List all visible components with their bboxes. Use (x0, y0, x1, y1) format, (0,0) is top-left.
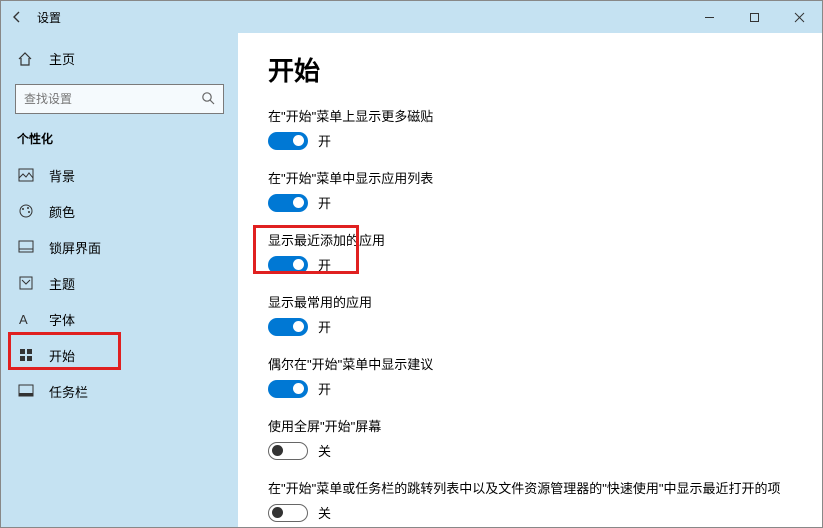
svg-text:A: A (19, 312, 28, 327)
start-icon (17, 347, 35, 363)
sidebar-item-label: 任务栏 (49, 382, 88, 401)
toggle-state: 关 (318, 503, 331, 522)
toggle-state: 开 (318, 255, 331, 274)
font-icon: A (17, 311, 35, 327)
sidebar-item-taskbar[interactable]: 任务栏 (1, 373, 238, 409)
sidebar-item-themes[interactable]: 主题 (1, 265, 238, 301)
toggle-state: 开 (318, 131, 331, 150)
toggle-5[interactable] (268, 442, 308, 460)
search-icon (201, 91, 216, 111)
setting-label: 在"开始"菜单中显示应用列表 (268, 168, 792, 187)
setting-label: 显示最近添加的应用 (268, 230, 792, 249)
maximize-button[interactable] (732, 1, 777, 33)
group-label: 个性化 (1, 128, 238, 157)
sidebar-item-label: 主题 (49, 274, 75, 293)
toggle-6[interactable] (268, 504, 308, 522)
back-button[interactable] (1, 10, 33, 24)
setting-label: 显示最常用的应用 (268, 292, 792, 311)
sidebar-item-label: 开始 (49, 346, 75, 365)
toggle-state: 开 (318, 317, 331, 336)
sidebar-item-label: 颜色 (49, 202, 75, 221)
theme-icon (17, 275, 35, 291)
sidebar-item-start[interactable]: 开始 (1, 337, 238, 373)
toggle-1[interactable] (268, 194, 308, 212)
sidebar-item-label: 背景 (49, 166, 75, 185)
palette-icon (17, 203, 35, 219)
window-title: 设置 (37, 9, 61, 26)
minimize-button[interactable] (687, 1, 732, 33)
close-button[interactable] (777, 1, 822, 33)
toggle-state: 开 (318, 379, 331, 398)
toggle-state: 关 (318, 441, 331, 460)
sidebar-item-colors[interactable]: 颜色 (1, 193, 238, 229)
main-content: 开始 在"开始"菜单上显示更多磁贴开在"开始"菜单中显示应用列表开显示最近添加的… (238, 33, 822, 527)
page-title: 开始 (268, 51, 792, 88)
sidebar-item-label: 字体 (49, 310, 75, 329)
toggle-state: 开 (318, 193, 331, 212)
search-input[interactable] (15, 84, 224, 114)
sidebar-item-lockscreen[interactable]: 锁屏界面 (1, 229, 238, 265)
picture-icon (17, 168, 35, 182)
toggle-4[interactable] (268, 380, 308, 398)
sidebar-item-label: 锁屏界面 (49, 238, 101, 257)
setting-label: 在"开始"菜单上显示更多磁贴 (268, 106, 792, 125)
toggle-2[interactable] (268, 256, 308, 274)
home-label: 主页 (49, 49, 75, 68)
sidebar-item-fonts[interactable]: A 字体 (1, 301, 238, 337)
taskbar-icon (17, 384, 35, 398)
sidebar: 主页 个性化 背景 颜色 锁屏界面 主题 A 字体 开始 (1, 33, 238, 527)
sidebar-item-background[interactable]: 背景 (1, 157, 238, 193)
setting-label: 使用全屏"开始"屏幕 (268, 416, 792, 435)
home-icon (17, 51, 35, 67)
setting-label: 偶尔在"开始"菜单中显示建议 (268, 354, 792, 373)
toggle-3[interactable] (268, 318, 308, 336)
toggle-0[interactable] (268, 132, 308, 150)
lockscreen-icon (17, 240, 35, 254)
setting-label: 在"开始"菜单或任务栏的跳转列表中以及文件资源管理器的"快速使用"中显示最近打开… (268, 478, 792, 497)
home-nav[interactable]: 主页 (1, 41, 238, 76)
